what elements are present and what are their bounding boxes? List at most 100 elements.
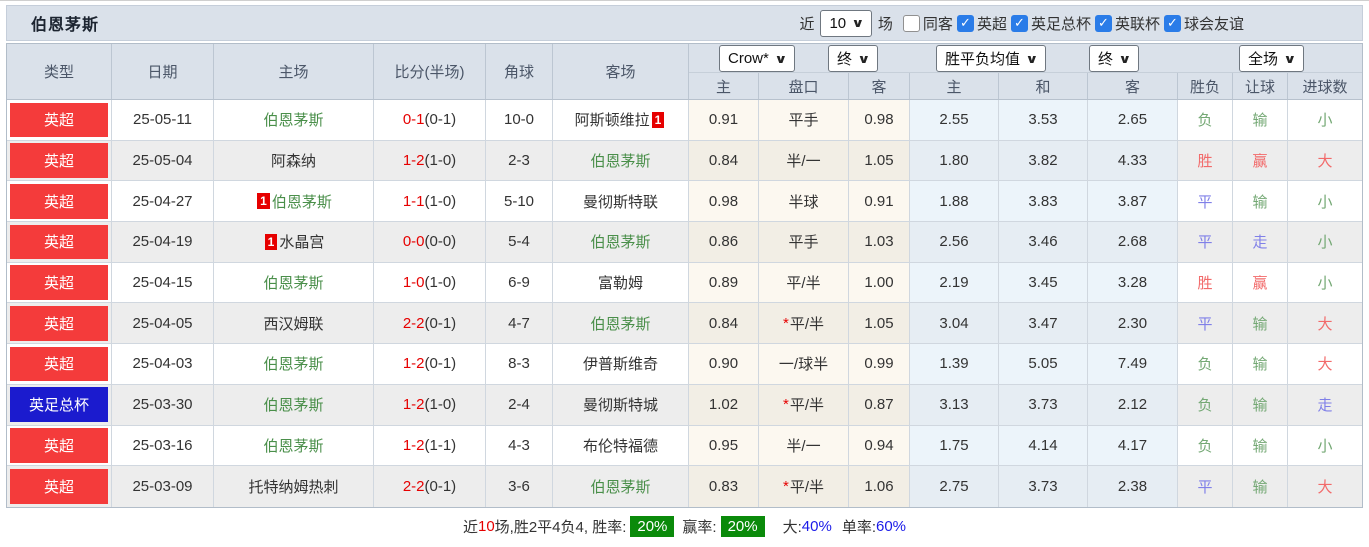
eu-draw-odds: 3.73 (999, 466, 1088, 507)
team-name[interactable]: 阿森纳 (271, 150, 316, 171)
avg-final-select[interactable]: 终 ∨ (1089, 45, 1139, 72)
team-name[interactable]: 伯恩茅斯 (590, 476, 650, 497)
team-name[interactable]: 布伦特福德 (583, 435, 658, 456)
ah-away-odds: 1.05 (849, 140, 910, 182)
result-goals: 小 (1288, 262, 1362, 304)
team-name[interactable]: 伊普斯维奇 (583, 353, 658, 374)
checkbox-club-friendly[interactable]: ✓ (1163, 14, 1181, 32)
match-count-select[interactable]: 10 ∨ (820, 9, 872, 37)
eu-draw-odds: 3.73 (999, 384, 1088, 426)
team-name[interactable]: 伯恩茅斯 (263, 353, 323, 374)
halftime-score: (1-0) (424, 396, 457, 414)
eu-away-odds: 2.38 (1088, 466, 1178, 507)
ah-line: 平手 (759, 100, 849, 141)
team-name[interactable]: 西汉姆联 (263, 313, 323, 334)
ah-home-odds: 0.86 (689, 222, 759, 263)
red-card-badge: 1 (264, 233, 278, 250)
ah-line: 半球 (759, 181, 849, 223)
team-name[interactable]: 水晶宫 (279, 231, 324, 252)
result-handicap: 输 (1233, 181, 1288, 223)
match-date: 25-04-03 (112, 344, 214, 385)
odds-final-select[interactable]: 终 ∨ (828, 45, 878, 72)
checkbox-league-cup[interactable]: ✓ (1094, 14, 1112, 32)
halftime-score: (1-1) (424, 436, 457, 454)
ah-away-odds: 0.99 (849, 344, 910, 385)
match-row: 英超 25-03-16 伯恩茅斯 1-2 (1-1) 4-3 布伦特福德 0.95… (7, 425, 1362, 467)
match-date: 25-03-16 (112, 425, 214, 467)
eu-home-odds: 1.39 (910, 344, 999, 385)
match-table: 类型 日期 主场 比分(半场) 角球 客场 Crow* ∨ 终 ∨ 胜平负均值 … (6, 43, 1363, 508)
match-row: 英超 25-05-04 阿森纳 1-2 (1-0) 2-3 伯恩茅斯 0.84 半… (7, 140, 1362, 182)
near-label: 近 (799, 15, 815, 33)
team-name[interactable]: 伯恩茅斯 (272, 191, 332, 212)
team-name[interactable]: 伯恩茅斯 (263, 272, 323, 293)
result-goals: 走 (1288, 384, 1362, 426)
star-icon: * (782, 478, 789, 496)
odds-company-select[interactable]: Crow* ∨ (719, 45, 795, 72)
ah-home-odds: 0.84 (689, 140, 759, 182)
team-name[interactable]: 伯恩茅斯 (590, 150, 650, 171)
result-handicap: 赢 (1233, 140, 1288, 182)
league-cell: 英超 (7, 222, 112, 263)
scope-select[interactable]: 全场 ∨ (1239, 45, 1304, 72)
team-name[interactable]: 伯恩茅斯 (590, 313, 650, 334)
corners: 3-6 (486, 466, 553, 507)
team-name[interactable]: 伯恩茅斯 (263, 109, 323, 130)
subheader-eu-home: 主 (910, 73, 999, 99)
result-handicap: 输 (1233, 425, 1288, 467)
ah-home-odds: 1.02 (689, 384, 759, 426)
summary-middle: 场,胜2平4负4, 胜率: (494, 518, 627, 536)
ah-home-odds: 0.91 (689, 100, 759, 141)
score-cell: 1-2 (1-0) (374, 140, 486, 182)
ah-line: * 平/半 (759, 384, 849, 426)
ah-line: 一/球半 (759, 344, 849, 385)
result-handicap: 输 (1233, 303, 1288, 345)
subheader-handicap: 让球 (1233, 73, 1288, 99)
ah-line: 半/一 (759, 425, 849, 467)
match-row: 英超 25-04-19 1 水晶宫 0-0 (0-0) 5-4 伯恩茅斯 0.86 … (7, 222, 1362, 263)
score-cell: 1-2 (1-1) (374, 425, 486, 467)
eu-home-odds: 3.13 (910, 384, 999, 426)
eu-draw-odds: 3.83 (999, 181, 1088, 223)
league-cell: 英超 (7, 181, 112, 223)
team-name[interactable]: 伯恩茅斯 (263, 435, 323, 456)
result-wdl: 负 (1178, 384, 1233, 426)
team-name[interactable]: 曼彻斯特联 (583, 191, 658, 212)
home-team-cell: 西汉姆联 (214, 303, 374, 345)
halftime-score: (0-1) (424, 314, 457, 332)
league-cell: 英超 (7, 425, 112, 467)
team-name[interactable]: 曼彻斯特城 (583, 394, 658, 415)
ah-away-odds: 0.94 (849, 425, 910, 467)
halftime-score: (0-1) (424, 111, 457, 129)
team-name[interactable]: 富勒姆 (598, 272, 643, 293)
eu-home-odds: 2.55 (910, 100, 999, 141)
checkbox-epl[interactable]: ✓ (956, 14, 974, 32)
league-cell: 英超 (7, 466, 112, 507)
unit-label: 场 (877, 15, 893, 33)
checkbox-same-venue[interactable] (902, 14, 920, 32)
league-cell: 英超 (7, 100, 112, 141)
halftime-score: (1-0) (424, 274, 457, 292)
team-name[interactable]: 伯恩茅斯 (590, 231, 650, 252)
result-goals: 大 (1288, 140, 1362, 182)
team-name[interactable]: 托特纳姆热刺 (248, 476, 338, 497)
home-team-cell: 伯恩茅斯 (214, 100, 374, 141)
match-row: 英足总杯 25-03-30 伯恩茅斯 1-2 (1-0) 2-4 曼彻斯特城 1.… (7, 384, 1362, 426)
team-name[interactable]: 伯恩茅斯 (263, 394, 323, 415)
ah-line: * 平/半 (759, 466, 849, 507)
result-wdl: 平 (1178, 181, 1233, 223)
away-team-cell: 曼彻斯特城 (553, 384, 689, 426)
fulltime-score: 1-1 (402, 192, 425, 210)
col-header-score: 比分(半场) (374, 44, 486, 99)
ah-line: 平/半 (759, 262, 849, 304)
result-handicap: 输 (1233, 100, 1288, 141)
team-name[interactable]: 阿斯顿维拉 (575, 109, 650, 130)
avg-odds-select[interactable]: 胜平负均值 ∨ (936, 45, 1046, 72)
eu-away-odds: 2.65 (1088, 100, 1178, 141)
score-cell: 0-1 (0-1) (374, 100, 486, 141)
home-team-cell: 伯恩茅斯 (214, 344, 374, 385)
checkbox-label: 球会友谊 (1183, 15, 1244, 33)
league-badge: 英足总杯 (10, 387, 108, 422)
checkbox-fa-cup[interactable]: ✓ (1010, 14, 1028, 32)
match-date: 25-05-04 (112, 140, 214, 182)
